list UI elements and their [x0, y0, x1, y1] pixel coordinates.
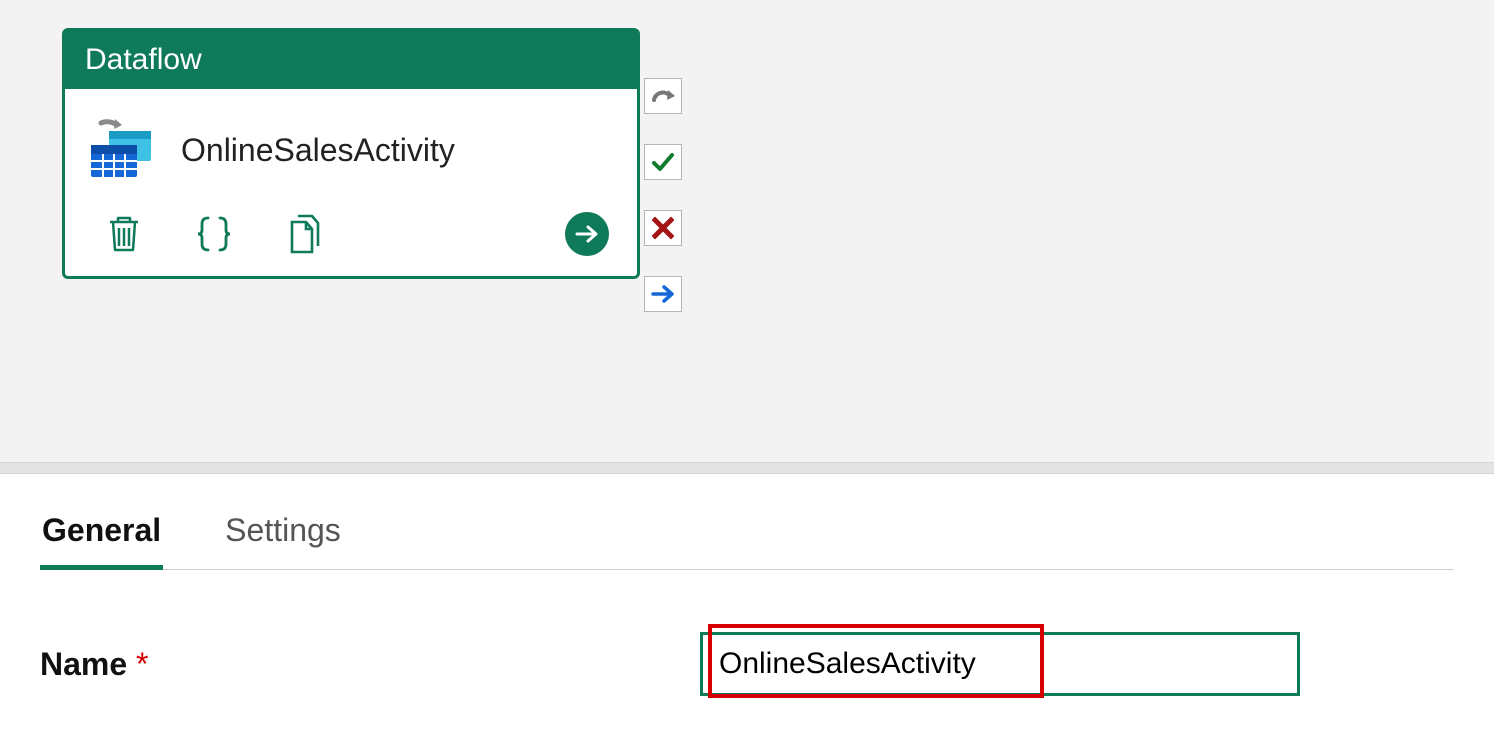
activity-type-label: Dataflow: [65, 31, 637, 89]
name-input-wrap: [700, 632, 1300, 696]
code-braces-icon[interactable]: [193, 213, 235, 255]
tabs: General Settings: [40, 502, 1454, 570]
name-label-text: Name: [40, 646, 127, 682]
dataflow-icon: [87, 117, 159, 184]
failure-handle-icon[interactable]: [644, 210, 682, 246]
activity-body: OnlineSalesActivity: [65, 89, 637, 194]
copy-icon[interactable]: [283, 213, 325, 255]
panel-separator[interactable]: [0, 462, 1494, 474]
tab-general[interactable]: General: [40, 502, 163, 569]
completion-handle-icon[interactable]: [644, 276, 682, 312]
activity-name: OnlineSalesActivity: [181, 132, 455, 169]
redo-handle-icon[interactable]: [644, 78, 682, 114]
properties-panel: General Settings Name *: [0, 474, 1494, 742]
required-indicator: *: [136, 646, 148, 682]
delete-icon[interactable]: [103, 213, 145, 255]
name-input[interactable]: [700, 632, 1300, 696]
activity-toolbar: [65, 194, 637, 276]
form-row-name: Name *: [40, 632, 1454, 696]
next-arrow-button[interactable]: [565, 212, 609, 256]
pipeline-canvas[interactable]: Dataflow OnlineSalesActivity: [0, 0, 1494, 462]
success-handle-icon[interactable]: [644, 144, 682, 180]
name-label: Name *: [40, 646, 700, 683]
tab-settings[interactable]: Settings: [223, 502, 343, 569]
activity-card-dataflow[interactable]: Dataflow OnlineSalesActivity: [62, 28, 640, 279]
activity-output-handles: [644, 78, 682, 312]
